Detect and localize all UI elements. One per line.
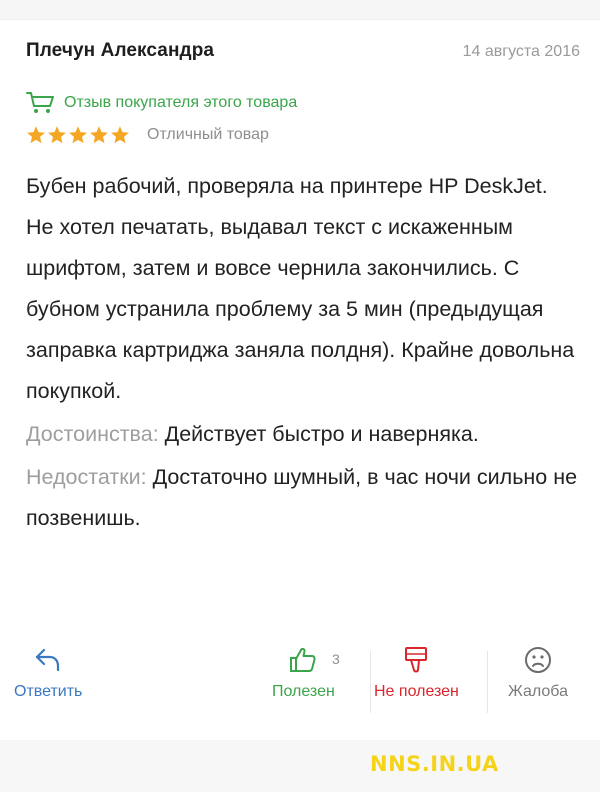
- advantages-label: Достоинства:: [26, 422, 159, 446]
- advantages-text: Действует быстро и наверняка.: [164, 422, 479, 446]
- sad-face-icon: [524, 647, 551, 673]
- star-icon: [111, 126, 129, 144]
- rating: Отличный товар: [26, 124, 586, 146]
- useful-label: Полезен: [272, 683, 335, 700]
- reply-label: Ответить: [14, 683, 83, 700]
- action-divider: [487, 651, 488, 713]
- useful-count: 3: [332, 651, 340, 667]
- review-card: Плечун Александра 14 августа 2016 Отзыв …: [26, 40, 586, 539]
- star-icon: [69, 126, 87, 144]
- reply-button[interactable]: Ответить: [14, 645, 82, 701]
- thumbs-down-icon: [405, 647, 428, 673]
- reply-arrow-icon: [36, 648, 60, 672]
- review-date: 14 августа 2016: [462, 43, 580, 60]
- review-header: Плечун Александра 14 августа 2016: [26, 40, 586, 68]
- watermark: NNS.IN.UA: [370, 752, 499, 776]
- not-useful-button[interactable]: Не полезен: [374, 645, 459, 701]
- complain-label: Жалоба: [508, 683, 568, 700]
- author-name: Плечун Александра: [26, 40, 215, 61]
- star-icon: [27, 126, 45, 144]
- useful-button[interactable]: 3 Полезен: [272, 645, 340, 701]
- shopping-cart-icon: [26, 92, 54, 113]
- review-text: Бубен рабочий, проверяла на принтере HP …: [26, 174, 575, 403]
- star-icon: [90, 126, 108, 144]
- not-useful-label: Не полезен: [374, 683, 459, 700]
- verified-text: Отзыв покупателя этого товара: [64, 94, 298, 111]
- rating-stars: [26, 125, 131, 145]
- review-actions: Ответить 3 Полезен Не полезен Жалоба: [0, 645, 600, 725]
- rating-label: Отличный товар: [147, 126, 269, 143]
- advantages: Достоинства: Действует быстро и наверняк…: [26, 414, 581, 455]
- verified-buyer: Отзыв покупателя этого товара: [26, 92, 586, 114]
- footer-strip: [0, 740, 600, 792]
- complain-button[interactable]: Жалоба: [508, 645, 568, 701]
- top-strip: [0, 0, 600, 20]
- star-icon: [48, 126, 66, 144]
- disadvantages: Недостатки: Достаточно шумный, в час ноч…: [26, 457, 581, 539]
- thumbs-up-icon: [290, 647, 317, 672]
- disadvantages-label: Недостатки:: [26, 465, 147, 489]
- action-divider: [370, 651, 371, 713]
